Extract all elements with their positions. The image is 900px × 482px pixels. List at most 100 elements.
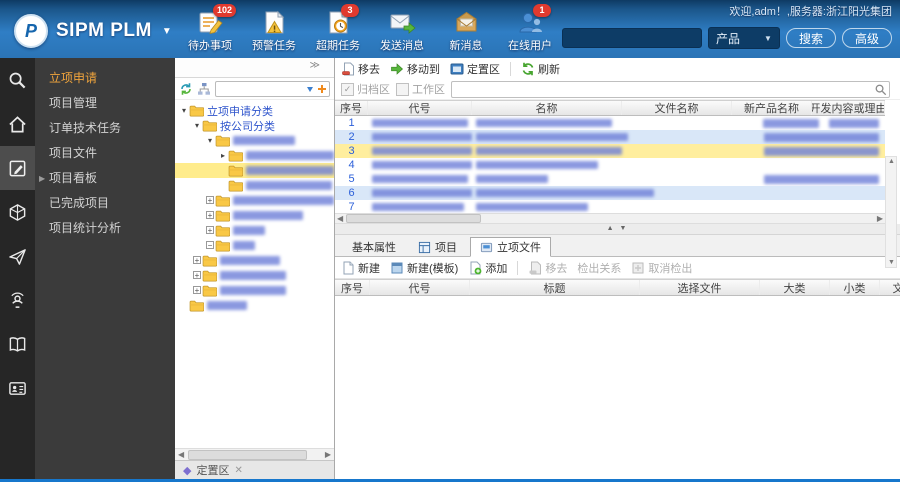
scroll-up-icon[interactable]: ▲	[887, 158, 896, 165]
tree-expander-icon[interactable]: +	[205, 196, 215, 205]
tree-node-8[interactable]: +	[175, 223, 334, 238]
refresh-button[interactable]: 刷新	[521, 61, 560, 77]
table-row[interactable]: 7	[335, 200, 885, 213]
tree-node-6[interactable]: +	[175, 193, 334, 208]
tree-refresh-icon[interactable]	[179, 82, 193, 96]
tree-node-12[interactable]: +	[175, 283, 334, 298]
nav-send-message[interactable]: 发送消息	[372, 9, 432, 53]
menu-item-0[interactable]: 立项申请	[35, 66, 175, 91]
table-row[interactable]: 6	[335, 186, 885, 200]
tab-project[interactable]: 项目	[409, 238, 466, 256]
brand-menu[interactable]: P SIPM PLM ▼	[14, 14, 172, 48]
table2-col-2[interactable]: 标题	[470, 280, 640, 295]
rail-id-card[interactable]	[0, 366, 35, 410]
nav-todo[interactable]: 102 待办事项	[180, 4, 240, 53]
table1-hscrollbar[interactable]: ◀ ▶	[335, 213, 885, 224]
tree-expander-icon[interactable]: +	[192, 256, 202, 265]
advanced-search-button[interactable]: 高级	[841, 28, 892, 48]
tree-expander-icon[interactable]: ▾	[192, 121, 202, 130]
tree-node-5[interactable]	[175, 178, 334, 193]
table1-col-2[interactable]: 名称	[472, 101, 622, 115]
filter-checkbox-0[interactable]: ✓ 归档区	[341, 81, 390, 97]
dock-tab[interactable]: ◆ 定置区 ✕	[175, 460, 334, 479]
table1-col-3[interactable]: 文件名称	[622, 101, 732, 115]
table-row[interactable]: 2	[335, 130, 885, 144]
tree-node-3[interactable]: ▸	[175, 148, 334, 163]
nav-overdue[interactable]: 3 超期任务	[308, 4, 368, 53]
scroll-thumb[interactable]	[188, 450, 307, 460]
table1-col-1[interactable]: 代号	[368, 101, 472, 115]
rail-send-plane[interactable]	[0, 234, 35, 278]
collapse-panel-icon[interactable]: ≫	[310, 60, 320, 71]
tree-expander-icon[interactable]: ▾	[179, 106, 189, 115]
tree-expander-icon[interactable]: ▸	[218, 151, 228, 160]
table-row[interactable]: 1	[335, 116, 885, 130]
tree-node-1[interactable]: ▾ 按公司分类	[175, 118, 334, 133]
nav-warning[interactable]: 预警任务	[244, 9, 304, 53]
add-button[interactable]: 添加	[468, 260, 507, 276]
table2-col-6[interactable]: 文件名称	[880, 280, 900, 295]
nav-new-message[interactable]: 新消息	[436, 9, 496, 53]
tree-expander-icon[interactable]: +	[205, 226, 215, 235]
rail-home[interactable]	[0, 102, 35, 146]
move-to-button[interactable]: 移动到	[390, 61, 440, 77]
menu-item-2[interactable]: 订单技术任务	[35, 116, 175, 141]
scroll-left-icon[interactable]: ◀	[337, 214, 343, 223]
rail-structure[interactable]	[0, 190, 35, 234]
table1-col-0[interactable]: 序号	[335, 101, 368, 115]
tab-basic[interactable]: 基本属性	[343, 238, 405, 256]
table2-col-0[interactable]: 序号	[335, 280, 370, 295]
remove2-button[interactable]: 移去	[528, 260, 567, 276]
tree-expander-icon[interactable]: +	[192, 286, 202, 295]
table-row[interactable]: 3	[335, 144, 885, 158]
menu-item-5[interactable]: 已完成项目	[35, 191, 175, 216]
tree-expander-icon[interactable]: +	[205, 211, 215, 220]
tree-structure-icon[interactable]	[197, 82, 211, 96]
tree-node-13[interactable]	[175, 298, 334, 313]
rail-broadcast[interactable]	[0, 278, 35, 322]
tree-node-7[interactable]: +	[175, 208, 334, 223]
scroll-down-icon[interactable]: ▼	[887, 259, 896, 266]
panel-splitter[interactable]: ▲ ▼	[335, 224, 900, 235]
checkout-rel-button[interactable]: 检出关系	[577, 260, 621, 276]
new-button[interactable]: 新建	[341, 260, 380, 276]
rail-book[interactable]	[0, 322, 35, 366]
tree-expander-icon[interactable]: ▾	[205, 136, 215, 145]
tree-node-9[interactable]: −	[175, 238, 334, 253]
scroll-right-icon[interactable]: ▶	[877, 214, 883, 223]
table1-col-4[interactable]: 新产品名称	[732, 101, 812, 115]
menu-item-1[interactable]: 项目管理	[35, 91, 175, 116]
table2-col-3[interactable]: 选择文件	[640, 280, 760, 295]
list-search-input[interactable]	[452, 83, 874, 95]
nav-online-users[interactable]: 1 在线用户	[500, 4, 560, 53]
tree-node-10[interactable]: +	[175, 253, 334, 268]
cancel-checkout-button[interactable]: 取消检出	[631, 260, 692, 276]
rail-sipm-search[interactable]	[0, 58, 35, 102]
tree-node-11[interactable]: +	[175, 268, 334, 283]
rail-edit[interactable]	[0, 146, 35, 190]
remove-button[interactable]: 移去	[341, 61, 380, 77]
tree-node-0[interactable]: ▾ 立项申请分类	[175, 103, 334, 118]
table-row[interactable]: 5	[335, 172, 885, 186]
tree-search-down-icon[interactable]	[304, 83, 316, 95]
tree-expander-icon[interactable]: +	[192, 271, 202, 280]
filter-checkbox-1[interactable]: 工作区	[396, 81, 445, 97]
dock-button[interactable]: 定置区	[450, 61, 500, 77]
tree-node-4[interactable]	[175, 163, 334, 178]
tree-hscrollbar[interactable]: ◀ ▶	[175, 448, 334, 460]
menu-item-6[interactable]: 项目统计分析	[35, 216, 175, 241]
scroll-thumb[interactable]	[346, 214, 481, 223]
scroll-right-icon[interactable]: ▶	[325, 450, 331, 459]
tree-node-2[interactable]: ▾	[175, 133, 334, 148]
table2-col-4[interactable]: 大类	[760, 280, 830, 295]
table-row[interactable]: 4	[335, 158, 885, 172]
new-template-button[interactable]: 新建(模板)	[390, 260, 458, 276]
table2-col-5[interactable]: 小类	[830, 280, 880, 295]
close-icon[interactable]: ✕	[234, 465, 242, 476]
table1-col-5[interactable]: 开发内容或理由	[812, 101, 885, 115]
tab-init-file[interactable]: 立项文件	[470, 237, 551, 257]
search-button[interactable]: 搜索	[785, 28, 836, 48]
tree-expander-icon[interactable]: −	[205, 241, 215, 250]
menu-item-4[interactable]: ▶ 项目看板	[35, 166, 175, 191]
global-search-input[interactable]	[561, 28, 702, 48]
